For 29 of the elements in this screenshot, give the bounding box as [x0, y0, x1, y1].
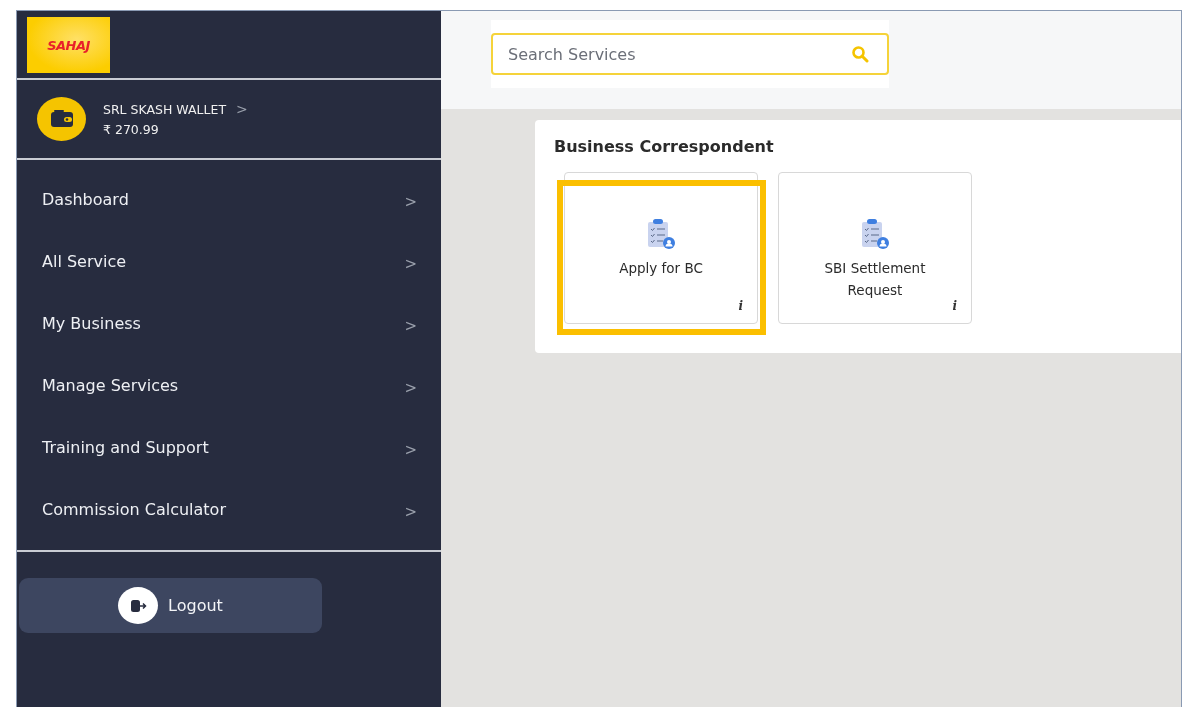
- chevron-icon: >: [404, 249, 417, 273]
- logout-icon: [118, 587, 159, 624]
- menu-item[interactable]: Training and Support >: [17, 416, 441, 478]
- tile-label: SBI Settlement Request: [823, 259, 927, 300]
- chevron-icon: >: [404, 187, 417, 211]
- clipboard-icon: [860, 217, 890, 251]
- service-tile[interactable]: Apply for BC i: [564, 172, 758, 324]
- section-title: Business Correspondent: [554, 137, 775, 156]
- chevron-icon: >: [404, 311, 417, 335]
- menu-item[interactable]: All Service >: [17, 230, 441, 292]
- menu-item[interactable]: Commission Calculator >: [17, 478, 441, 540]
- wallet-name[interactable]: SRL SKASH WALLET: [103, 101, 227, 117]
- chevron-icon[interactable]: >: [236, 101, 248, 117]
- search-field[interactable]: Search Services: [491, 33, 889, 75]
- menu-item[interactable]: Dashboard >: [17, 168, 441, 230]
- menu-item[interactable]: My Business >: [17, 292, 441, 354]
- tile-label: Apply for BC: [618, 259, 704, 278]
- service-tile[interactable]: SBI Settlement Request i: [778, 172, 972, 324]
- info-icon[interactable]: i: [952, 299, 957, 313]
- info-icon[interactable]: i: [738, 299, 743, 313]
- search-icon[interactable]: [851, 45, 869, 63]
- chevron-icon: >: [404, 373, 417, 397]
- wallet-icon: [37, 97, 86, 141]
- chevron-icon: >: [404, 497, 417, 521]
- logout-button[interactable]: Logout: [19, 578, 322, 633]
- chevron-icon: >: [404, 435, 417, 459]
- clipboard-icon: [646, 217, 676, 251]
- wallet-balance: ₹ 270.99: [103, 122, 160, 137]
- menu-item[interactable]: Manage Services >: [17, 354, 441, 416]
